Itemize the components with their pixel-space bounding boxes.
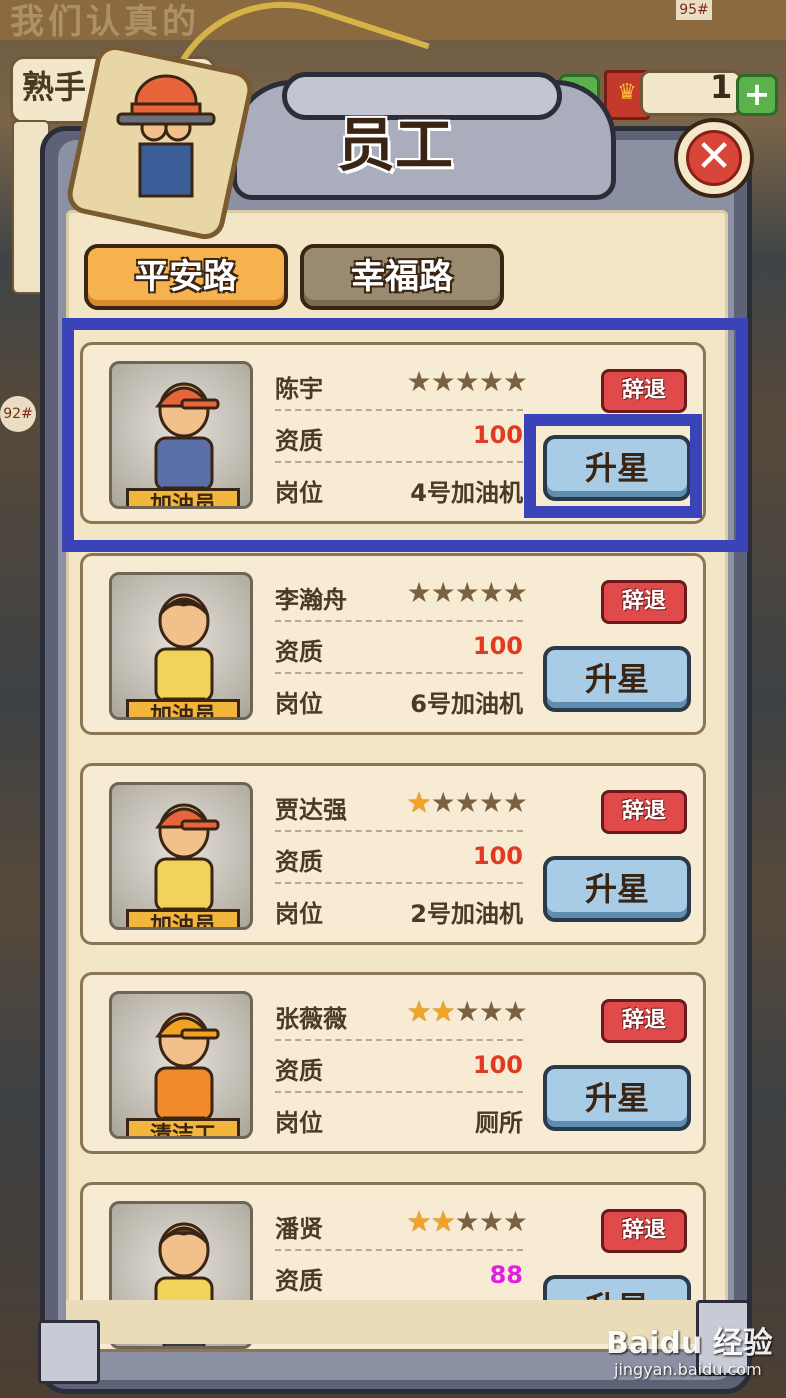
quality-row: 资质 100 <box>275 1041 523 1093</box>
quality-label: 资质 <box>275 1057 323 1085</box>
star-rating: ★★★★★ <box>406 995 528 1028</box>
post-value: 2号加油机 <box>410 900 523 928</box>
quality-label: 资质 <box>275 638 323 666</box>
quality-label: 资质 <box>275 848 323 876</box>
top-badge: 95# <box>676 0 712 20</box>
star-icon: ★ <box>454 786 480 819</box>
hud-rank-label: 熟手 <box>22 68 87 106</box>
star-icon: ★ <box>502 1205 528 1238</box>
employee-avatar: 加油员 <box>109 782 253 930</box>
upgrade-star-button[interactable]: 升星 <box>543 856 691 922</box>
quality-row: 资质 100 <box>275 832 523 884</box>
star-icon: ★ <box>454 1205 480 1238</box>
star-icon: ★ <box>430 995 456 1028</box>
dismiss-button[interactable]: 辞退 <box>601 790 687 834</box>
star-icon: ★ <box>478 576 504 609</box>
name-row: 张薇薇 ★★★★★ <box>275 989 528 1041</box>
post-row: 岗位 2号加油机 <box>275 884 523 934</box>
star-icon: ★ <box>406 576 431 609</box>
post-label: 岗位 <box>275 1109 323 1137</box>
name-row: 贾达强 ★★★★★ <box>275 780 528 832</box>
upgrade-star-button[interactable]: 升星 <box>543 1065 691 1131</box>
close-icon: ✕ <box>686 130 742 186</box>
star-icon: ★ <box>478 1205 504 1238</box>
post-value: 6号加油机 <box>410 690 523 718</box>
watermark-brand: Baidu 经验 <box>606 1326 773 1361</box>
post-row: 岗位 6号加油机 <box>275 674 523 724</box>
employee-avatar: 清洁工 <box>109 991 253 1139</box>
star-icon: ★ <box>454 576 480 609</box>
role-badge: 加油员 <box>126 909 240 927</box>
highlight-upgrade-button <box>524 414 702 518</box>
star-rating: ★★★★★ <box>406 1205 528 1238</box>
dismiss-button[interactable]: 辞退 <box>601 1209 687 1253</box>
quality-value: 100 <box>472 1051 523 1079</box>
quality-value: 100 <box>472 842 523 870</box>
post-label: 岗位 <box>275 690 323 718</box>
watermark-url: jingyan.baidu.com <box>614 1360 762 1379</box>
side-badge: 92# <box>0 396 36 432</box>
tab-xingfu-road[interactable]: 幸福路 <box>300 244 504 310</box>
employee-name: 潘贤 <box>275 1215 323 1243</box>
star-icon: ★ <box>406 1205 431 1238</box>
quality-label: 资质 <box>275 1267 323 1295</box>
star-icon: ★ <box>502 786 528 819</box>
dialog-title: 员工 <box>336 111 453 179</box>
role-badge: 加油员 <box>126 699 240 717</box>
hud-add-level-button[interactable]: + <box>736 74 778 116</box>
quality-row: 资质 88 <box>275 1251 523 1303</box>
role-badge: 清洁工 <box>126 1118 240 1136</box>
quality-row: 资质 100 <box>275 622 523 674</box>
star-icon: ★ <box>478 786 504 819</box>
post-value: 厕所 <box>475 1109 523 1137</box>
star-icon: ★ <box>430 786 456 819</box>
employee-name: 李瀚舟 <box>275 586 347 614</box>
dismiss-button[interactable]: 辞退 <box>601 580 687 624</box>
employee-card: 清洁工 张薇薇 ★★★★★ 资质 100 岗位 厕所 辞退 升星 <box>80 972 706 1154</box>
star-icon: ★ <box>406 995 431 1028</box>
worker-mascot-icon <box>116 74 216 198</box>
employee-card: 加油员 李瀚舟 ★★★★★ 资质 100 岗位 6号加油机 辞退 升星 <box>80 553 706 735</box>
employee-avatar: 加油员 <box>109 572 253 720</box>
hud-level-count: 1 <box>710 68 733 106</box>
post-label: 岗位 <box>275 900 323 928</box>
employee-name: 贾达强 <box>275 796 347 824</box>
top-banner-text: 我们认真的 <box>10 2 200 42</box>
quality-value: 100 <box>472 632 523 660</box>
employee-name: 张薇薇 <box>275 1005 347 1033</box>
star-icon: ★ <box>502 995 528 1028</box>
star-icon: ★ <box>430 576 456 609</box>
frame-corner-left <box>38 1320 100 1384</box>
upgrade-star-button[interactable]: 升星 <box>543 646 691 712</box>
employee-card: 加油员 贾达强 ★★★★★ 资质 100 岗位 2号加油机 辞退 升星 <box>80 763 706 945</box>
post-row: 岗位 厕所 <box>275 1093 523 1143</box>
quality-value: 88 <box>489 1261 523 1289</box>
star-rating: ★★★★★ <box>406 786 528 819</box>
star-icon: ★ <box>478 995 504 1028</box>
star-icon: ★ <box>430 1205 456 1238</box>
name-row: 李瀚舟 ★★★★★ <box>275 570 528 622</box>
dismiss-button[interactable]: 辞退 <box>601 999 687 1043</box>
close-button[interactable]: ✕ <box>674 118 754 198</box>
name-row: 潘贤 ★★★★★ <box>275 1199 528 1251</box>
star-icon: ★ <box>406 786 431 819</box>
star-rating: ★★★★★ <box>406 576 528 609</box>
tab-pingan-road[interactable]: 平安路 <box>84 244 288 310</box>
star-icon: ★ <box>454 995 480 1028</box>
star-icon: ★ <box>502 576 528 609</box>
